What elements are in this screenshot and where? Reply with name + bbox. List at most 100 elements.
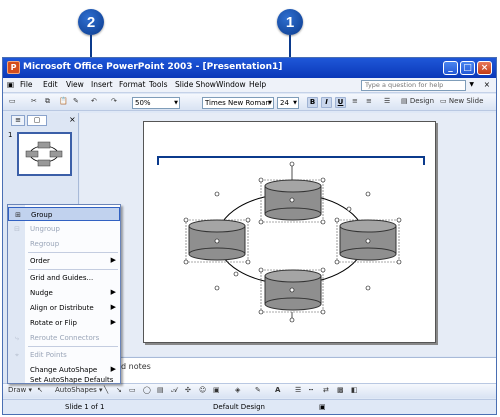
menu-item-rotate-or-flip[interactable]: Rotate or Flip ▶: [8, 316, 120, 330]
menu-item-reroute-connectors[interactable]: ⤷ Reroute Connectors: [8, 331, 120, 345]
menu-tools[interactable]: Tools: [149, 80, 167, 89]
copy-icon[interactable]: ⧉: [45, 97, 50, 108]
menu-insert[interactable]: Insert: [91, 80, 113, 89]
slide-info: Slide 1 of 1: [65, 403, 105, 411]
format-painter-icon[interactable]: ✎: [73, 97, 79, 108]
drawing-toolbar: Draw ▾ ↖ AutoShapes ▾ ╲ ↘ ▭ ◯ ▤ 𝒜 ✣ ☺ ▣ …: [3, 383, 496, 398]
menu-item-group[interactable]: ⊞ Group: [8, 207, 120, 221]
diagram-icon[interactable]: ✣: [185, 386, 191, 397]
window-title: Microsoft Office PowerPoint 2003 - [Pres…: [23, 62, 283, 72]
align-left-icon[interactable]: ≡: [352, 97, 358, 108]
ask-dropdown-icon[interactable]: ▼: [469, 81, 474, 88]
menu-file[interactable]: File: [20, 80, 33, 89]
oval-icon[interactable]: ◯: [143, 386, 151, 397]
menu-item-nudge[interactable]: Nudge ▶: [8, 286, 120, 300]
new-slide-label: New Slide: [448, 97, 484, 105]
menu-separator: [28, 346, 118, 347]
close-button[interactable]: ×: [477, 61, 492, 75]
menu-item-label: Order: [30, 257, 50, 265]
new-slide-button[interactable]: ▭ New Slide: [440, 97, 483, 108]
zoom-combo[interactable]: 50% ▼: [132, 97, 180, 109]
ask-question-input[interactable]: Type a question for help: [361, 80, 466, 91]
wordart-icon[interactable]: 𝒜: [171, 386, 178, 397]
minimize-button[interactable]: _: [443, 61, 458, 75]
edit-points-icon: ⌖: [15, 351, 19, 359]
align-center-icon[interactable]: ≡: [366, 97, 372, 108]
title-bar: P Microsoft Office PowerPoint 2003 - [Pr…: [3, 58, 496, 78]
arrow-icon[interactable]: ↘: [116, 386, 122, 397]
slide-thumbnail[interactable]: [17, 132, 72, 176]
slide-editing-area: [80, 113, 496, 356]
menu-item-label: Change AutoShape: [30, 366, 98, 374]
dash-style-icon[interactable]: ┅: [309, 386, 313, 397]
menu-item-label: Edit Points: [30, 351, 67, 359]
menu-item-label: Nudge: [30, 289, 53, 297]
menu-separator: [28, 269, 118, 270]
line-icon[interactable]: ╲: [104, 386, 108, 397]
menu-item-label: Align or Distribute: [30, 304, 94, 312]
draw-menu: ⊞ Group ⊟ Ungroup Regroup Order ▶ Grid and …: [7, 204, 121, 384]
slides-pane-close-button[interactable]: ×: [69, 115, 76, 124]
menu-view[interactable]: View: [66, 80, 84, 89]
bold-button[interactable]: B: [307, 97, 318, 108]
picture-icon[interactable]: ▣: [213, 386, 220, 397]
group-icon: ⊞: [15, 211, 21, 219]
fill-color-icon[interactable]: ◈: [235, 386, 240, 397]
app-menu-icon[interactable]: ▣: [7, 80, 14, 89]
rectangle-icon[interactable]: ▭: [129, 386, 136, 397]
powerpoint-app-icon[interactable]: P: [7, 61, 20, 74]
numbering-icon[interactable]: ☰: [384, 97, 390, 108]
design-icon: ▤: [401, 97, 408, 105]
menu-item-order[interactable]: Order ▶: [8, 254, 120, 268]
document-close-button[interactable]: ×: [484, 80, 490, 89]
menu-slide-show[interactable]: Slide Show: [175, 80, 216, 89]
undo-icon[interactable]: ↶: [91, 97, 97, 108]
slide-canvas[interactable]: [143, 121, 436, 343]
menu-item-set-autoshape-defaults[interactable]: Set AutoShape Defaults: [8, 376, 120, 384]
design-label: Design: [409, 97, 435, 105]
line-color-icon[interactable]: ✎: [255, 386, 261, 397]
font-name-combo[interactable]: Times New Roman ▼: [202, 97, 274, 109]
design-button[interactable]: ▤ Design: [401, 97, 434, 108]
new-slide-icon: ▭: [440, 97, 447, 105]
menu-window[interactable]: Window: [216, 80, 246, 89]
menu-item-regroup[interactable]: Regroup: [8, 237, 120, 251]
menu-item-grid-and-guides[interactable]: Grid and Guides...: [8, 271, 120, 285]
callout-2-number: 2: [86, 13, 96, 31]
notes-pane[interactable]: d notes: [80, 357, 496, 383]
cut-icon[interactable]: ✂: [31, 97, 37, 108]
draw-menu-button[interactable]: Draw ▾: [8, 386, 32, 397]
font-size-combo[interactable]: 24 ▼: [277, 97, 299, 109]
italic-button[interactable]: I: [321, 97, 332, 108]
clipart-icon[interactable]: ☺: [199, 386, 206, 397]
menu-item-label: Group: [31, 211, 53, 219]
callout-1-number: 1: [285, 13, 295, 31]
menu-edit[interactable]: Edit: [43, 80, 58, 89]
tab-slides[interactable]: ▢: [27, 115, 47, 126]
design-name: Default Design: [213, 403, 265, 411]
redo-icon[interactable]: ↷: [111, 97, 117, 108]
menu-item-edit-points[interactable]: ⌖ Edit Points: [8, 348, 120, 362]
menu-format[interactable]: Format: [119, 80, 145, 89]
3d-icon[interactable]: ◧: [351, 386, 358, 397]
font-size-value: 24: [280, 99, 289, 107]
menu-item-change-autoshape[interactable]: Change AutoShape ▶: [8, 363, 120, 377]
textbox-icon[interactable]: ▤: [157, 386, 164, 397]
paste-icon[interactable]: 📋: [59, 97, 68, 108]
line-style-icon[interactable]: ☰: [295, 386, 301, 397]
maximize-button[interactable]: □: [460, 61, 475, 75]
shadow-icon[interactable]: ▩: [337, 386, 344, 397]
new-icon[interactable]: ▭: [9, 97, 16, 108]
zoom-value: 50%: [135, 99, 151, 107]
autoshapes-menu-button[interactable]: AutoShapes ▾: [55, 386, 103, 397]
standard-toolbar: ▭ ✂ ⧉ 📋 ✎ ↶ ↷ 50% ▼ Times New Roman ▼ 24 ▼ …: [3, 94, 496, 111]
select-objects-icon[interactable]: ↖: [37, 386, 43, 397]
menu-help[interactable]: Help: [249, 80, 266, 89]
arrow-style-icon[interactable]: ⇄: [323, 386, 329, 397]
menu-item-align-or-distribute[interactable]: Align or Distribute ▶: [8, 301, 120, 315]
font-name-value: Times New Roman: [205, 99, 270, 107]
font-color-button[interactable]: A: [275, 386, 280, 397]
menu-item-ungroup[interactable]: ⊟ Ungroup: [8, 222, 120, 236]
underline-button[interactable]: U: [335, 97, 346, 108]
tab-outline[interactable]: ≡: [11, 115, 25, 126]
